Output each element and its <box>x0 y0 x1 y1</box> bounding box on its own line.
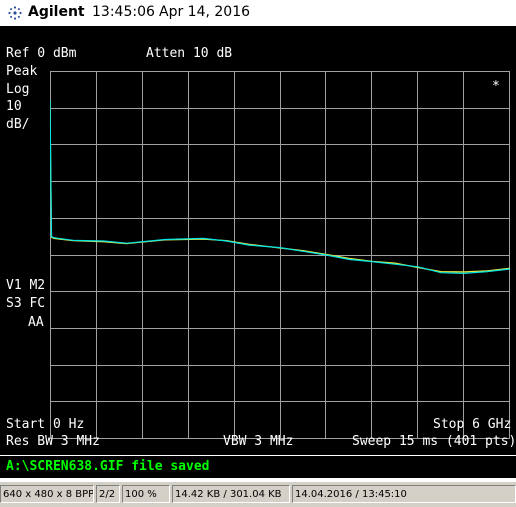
stop-frequency: Stop 6 GHz <box>433 417 512 432</box>
detector-label: Peak <box>6 64 38 79</box>
scale-value-label: 10 <box>6 99 22 114</box>
agilent-spark-logo <box>8 6 22 20</box>
spectrum-display: Ref 0 dBm Atten 10 dB Peak Log 10 dB/ V1… <box>0 26 516 455</box>
viewer-status-bar: 640 x 480 x 8 BPP 2/2 100 % 14.42 KB / 3… <box>0 483 516 507</box>
attenuation: Atten 10 dB <box>146 46 233 61</box>
zoom-level-cell: 100 % <box>122 485 170 503</box>
status-message-bar: A:\SCREN638.GIF file saved <box>0 456 516 478</box>
trace-mode-label-2: S3 FC <box>6 296 46 311</box>
spectrum-graticule <box>50 71 510 439</box>
trace-mode-label-3: AA <box>28 315 44 330</box>
image-dimensions-cell: 640 x 480 x 8 BPP <box>0 485 94 503</box>
file-date-cell: 14.04.2016 / 13:45:10 <box>292 485 516 503</box>
file-saved-message: A:\SCREN638.GIF file saved <box>6 459 210 474</box>
scale-type-label: Log <box>6 82 30 97</box>
sweep-time: Sweep 15 ms (401 pts) <box>352 434 516 449</box>
start-frequency: Start 0 Hz <box>6 417 85 432</box>
reference-level: Ref 0 dBm <box>6 46 77 61</box>
header-date: Apr 14, 2016 <box>159 4 251 20</box>
page-index-cell: 2/2 <box>96 485 120 503</box>
instrument-header: Agilent 13:45:06 Apr 14, 2016 <box>0 0 516 26</box>
brand-name: Agilent <box>28 4 85 20</box>
graticule-grid <box>50 71 510 439</box>
analyzer-screenshot: Agilent 13:45:06 Apr 14, 2016 Ref 0 dBm … <box>0 0 516 482</box>
header-time: 13:45:06 <box>92 4 155 20</box>
scale-unit-label: dB/ <box>6 117 30 132</box>
file-size-cell: 14.42 KB / 301.04 KB <box>172 485 290 503</box>
resolution-bandwidth: Res BW 3 MHz <box>6 434 100 449</box>
video-bandwidth: VBW 3 MHz <box>223 434 294 449</box>
trace-mode-label-1: V1 M2 <box>6 278 46 293</box>
